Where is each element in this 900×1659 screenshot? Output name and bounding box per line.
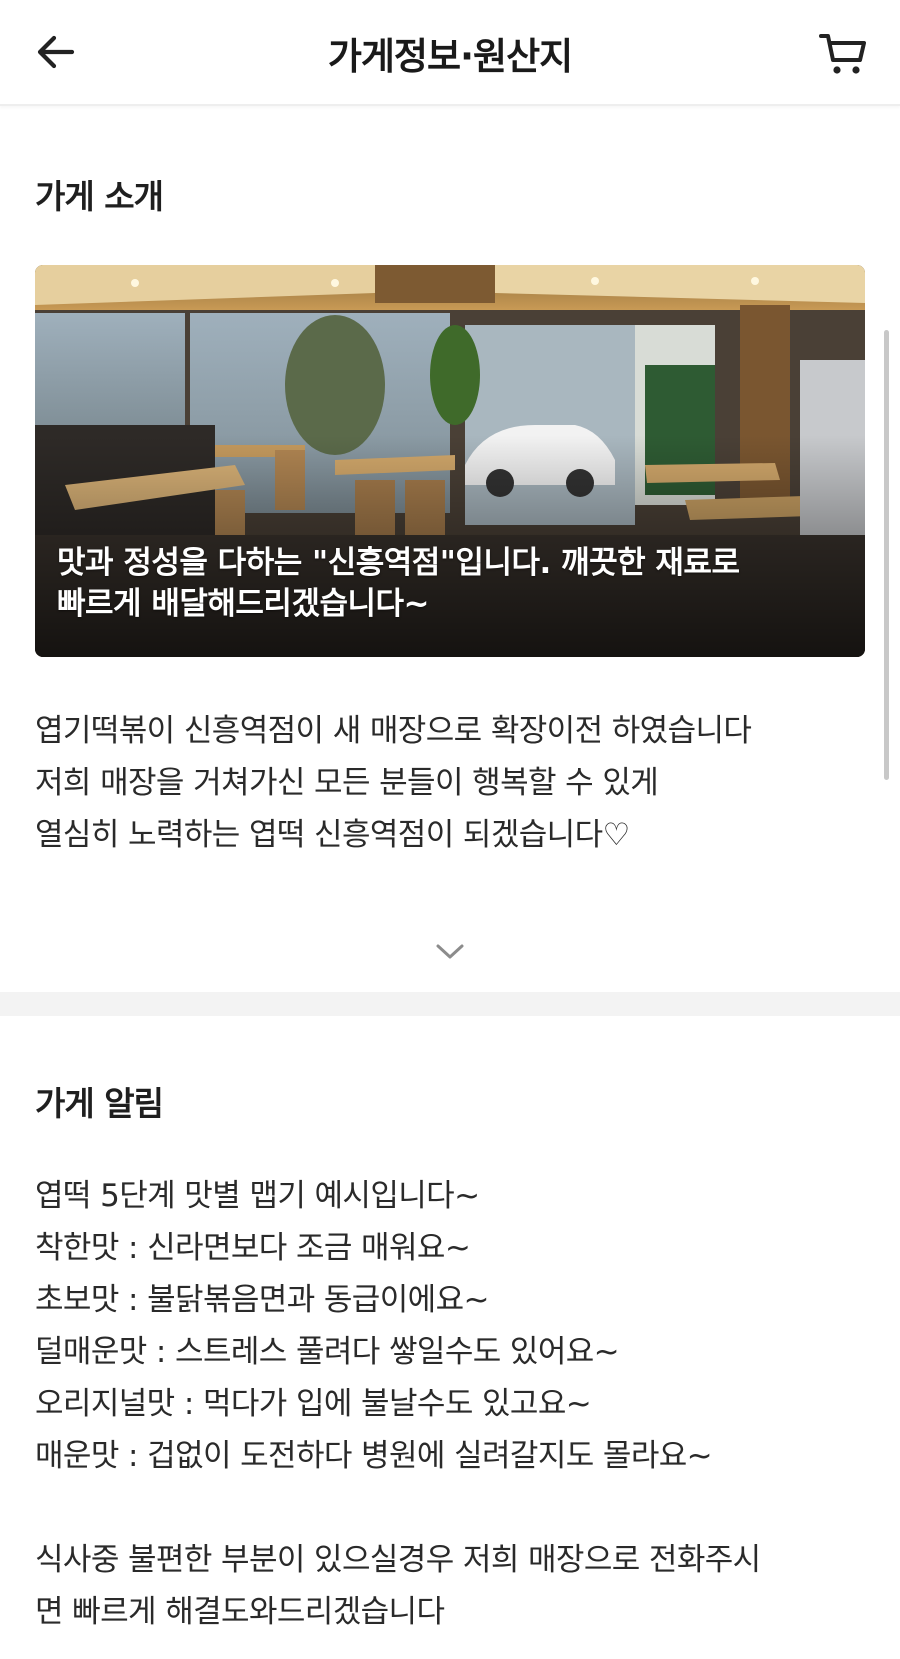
expand-intro-button[interactable]: [430, 938, 470, 964]
notice-line: 매운맛 : 겁없이 도전하다 병원에 실려갈지도 몰라요~: [35, 1438, 713, 1474]
intro-line: 열심히 노력하는 엽떡 신흥역점이 되겠습니다♡: [35, 817, 630, 853]
cart-icon: [819, 34, 866, 74]
notice-section-title: 가게 알림: [35, 1084, 164, 1123]
notice-line: 초보맛 : 불닭볶음면과 동급이에요~: [35, 1282, 489, 1318]
intro-section-title: 가게 소개: [35, 177, 164, 216]
notice-line: 착한맛 : 신라면보다 조금 매워요~: [35, 1230, 471, 1266]
photo-caption: 맛과 정성을 다하는 "신흥역점"입니다. 깨끗한 재료로 빠르게 배달해드리겠…: [57, 543, 847, 625]
store-photo: 맛과 정성을 다하는 "신흥역점"입니다. 깨끗한 재료로 빠르게 배달해드리겠…: [35, 265, 865, 657]
notice-line: 덜매운맛 : 스트레스 풀려다 쌓일수도 있어요~: [35, 1334, 620, 1370]
notice-line: [35, 1482, 885, 1534]
notice-body: 엽떡 5단계 맛별 맵기 예시입니다~ 착한맛 : 신라면보다 조금 매워요~ …: [35, 1170, 885, 1638]
photo-caption-line: 맛과 정성을 다하는 "신흥역점"입니다. 깨끗한 재료로: [57, 545, 740, 581]
scrollbar[interactable]: [884, 330, 889, 780]
cart-button[interactable]: [818, 30, 868, 76]
notice-line: 엽떡 5단계 맛별 맵기 예시입니다~: [35, 1178, 480, 1214]
top-app-bar: 가게정보·원산지: [0, 0, 900, 106]
notice-line: 면 빠르게 해결도와드리겠습니다: [35, 1594, 445, 1630]
intro-description: 엽기떡볶이 신흥역점이 새 매장으로 확장이전 하였습니다 저희 매장을 거쳐가…: [35, 705, 875, 861]
intro-line: 저희 매장을 거쳐가신 모든 분들이 행복할 수 있게: [35, 765, 659, 801]
section-divider: [0, 992, 900, 1016]
photo-caption-line: 빠르게 배달해드리겠습니다~: [57, 586, 430, 622]
notice-line: 오리지널맛 : 먹다가 입에 불날수도 있고요~: [35, 1386, 592, 1422]
page-title: 가게정보·원산지: [327, 35, 573, 78]
intro-line: 엽기떡볶이 신흥역점이 새 매장으로 확장이전 하였습니다: [35, 713, 752, 749]
chevron-down-icon: [436, 944, 464, 959]
notice-line: 식사중 불편한 부분이 있으실경우 저희 매장으로 전화주시: [35, 1542, 761, 1578]
store-info-page: 가게정보·원산지 가게 소개 맛과 정성을 다하는 "신흥역점"입니다. 깨끗한…: [0, 0, 900, 1659]
